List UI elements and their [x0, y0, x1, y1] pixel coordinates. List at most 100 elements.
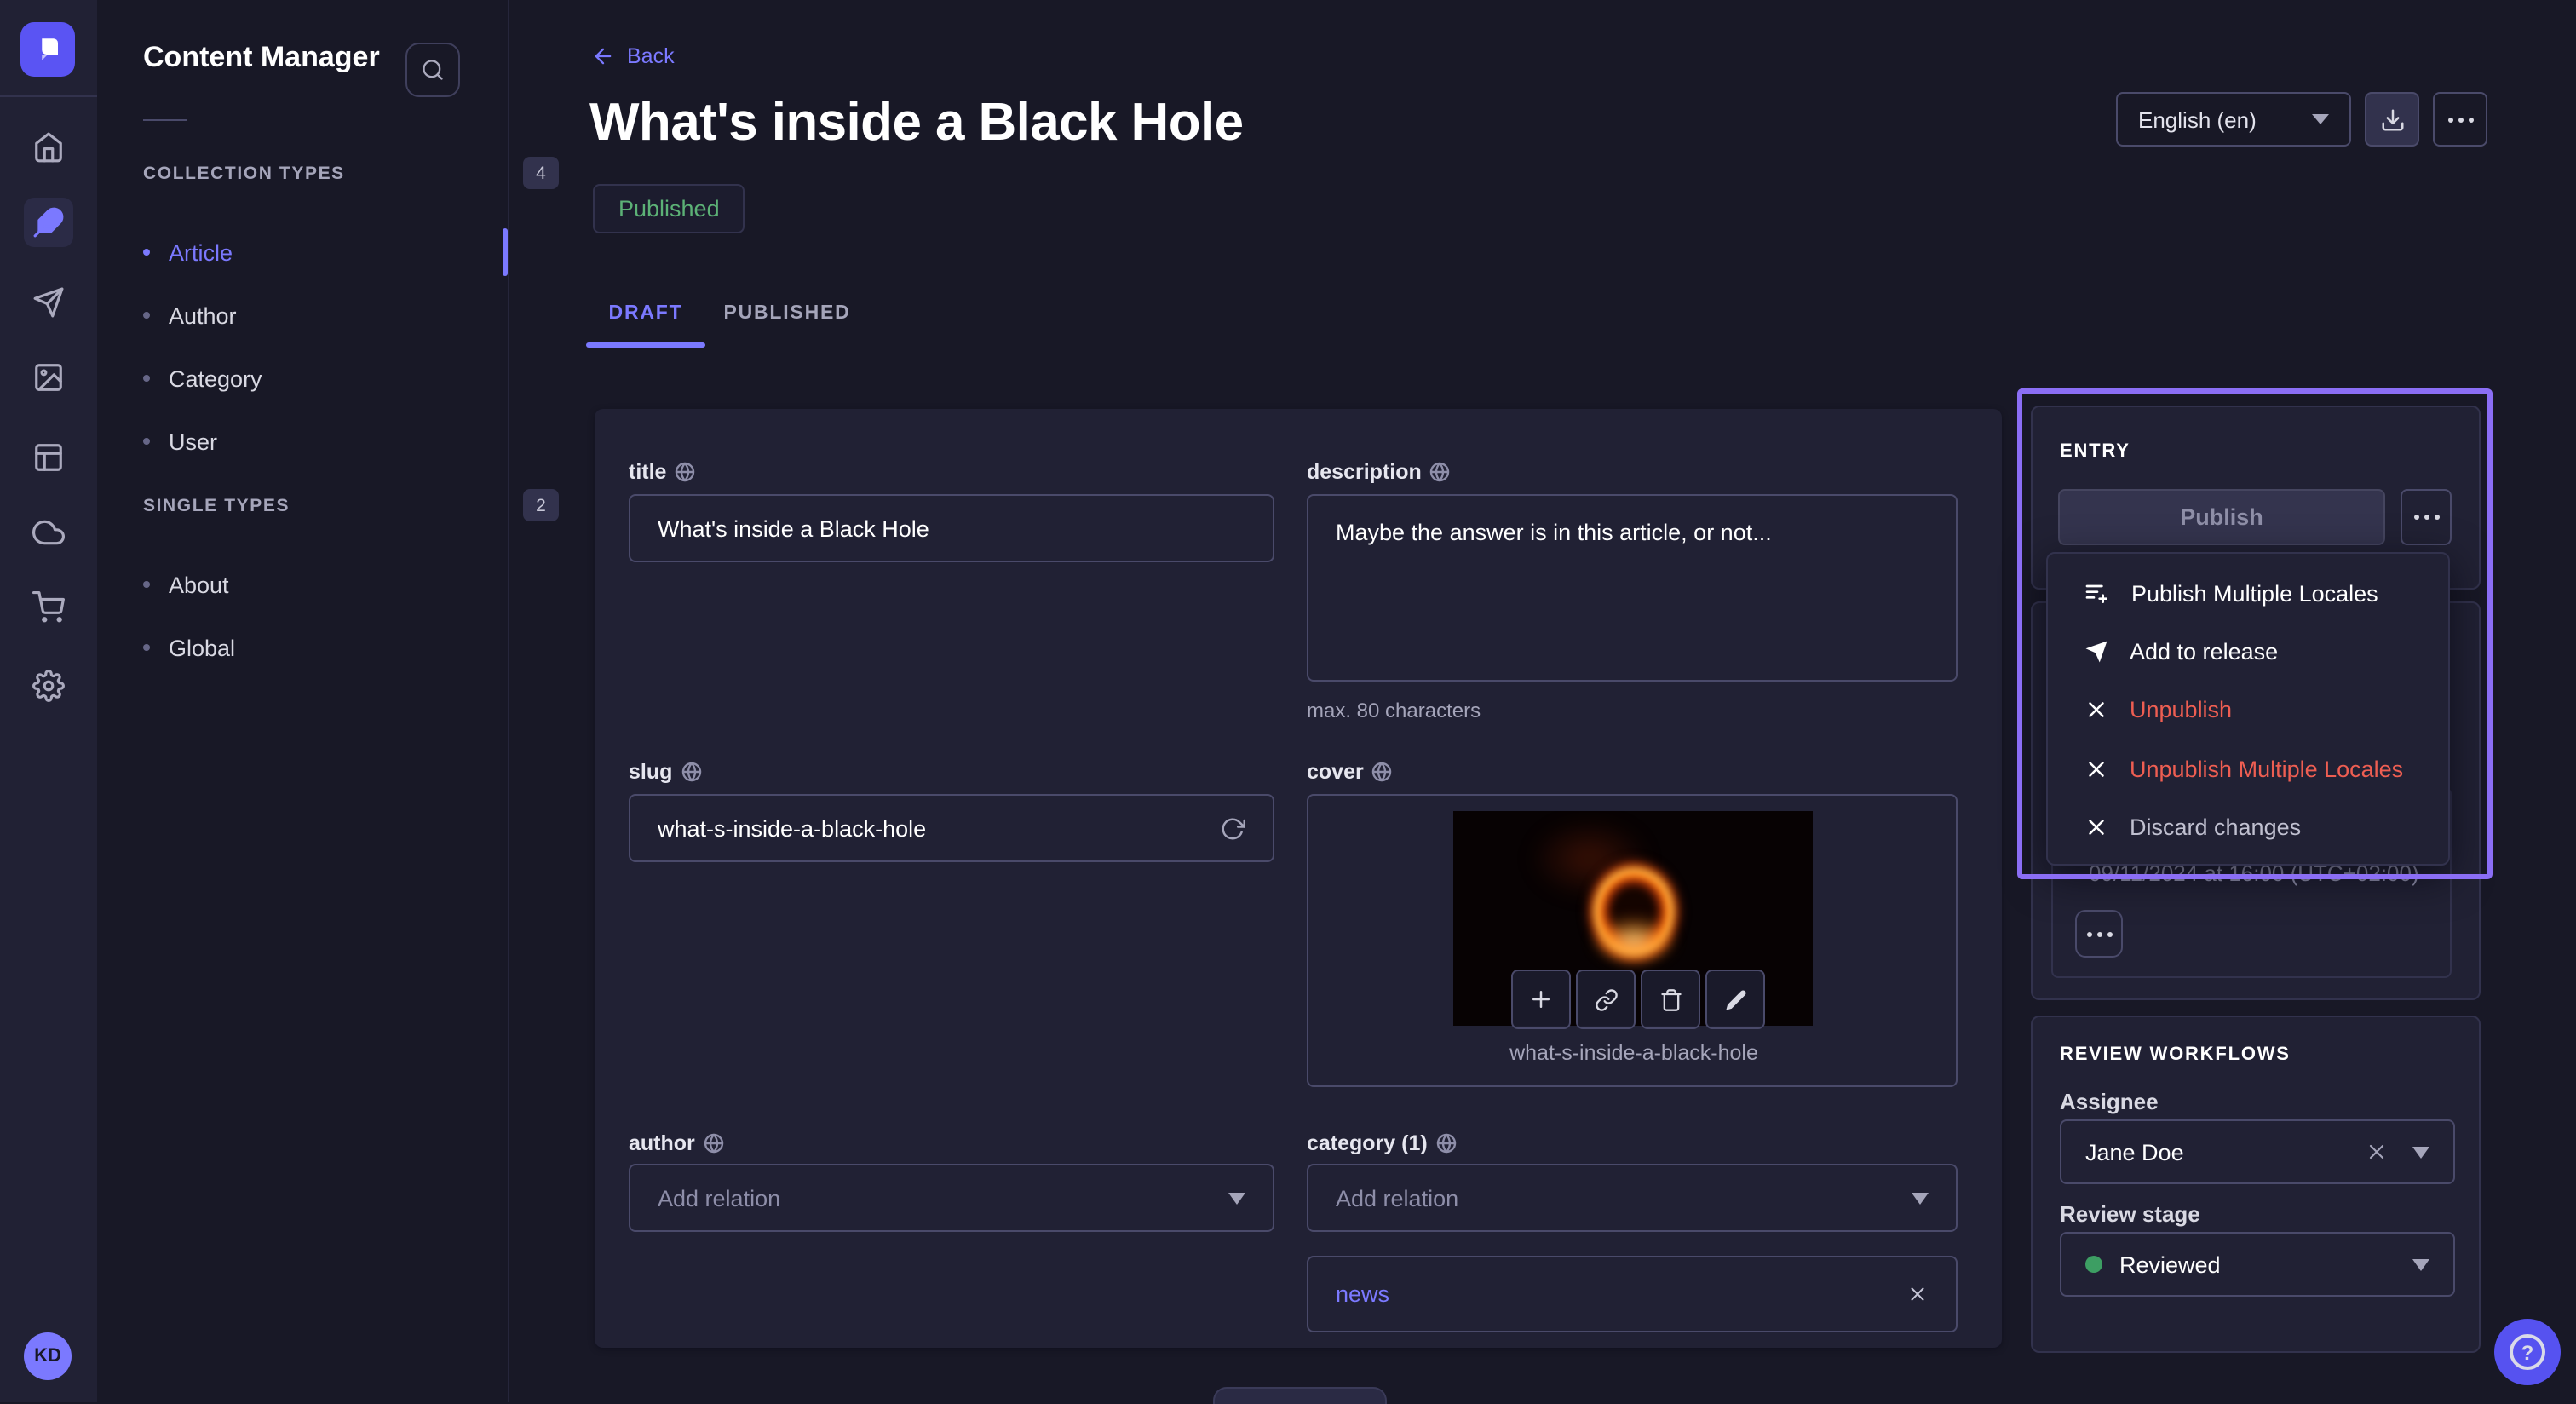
more-horizontal-icon [2086, 931, 2112, 936]
shopping-cart-icon [32, 591, 65, 624]
cover-edit-button[interactable] [1705, 970, 1765, 1029]
cross-icon [2084, 815, 2109, 841]
feather-icon [32, 206, 65, 239]
sidebar-item-category[interactable]: Category [143, 356, 484, 400]
menu-item-unpublish-multiple-locales[interactable]: Unpublish Multiple Locales [2048, 739, 2448, 798]
publish-button[interactable]: Publish [2058, 489, 2385, 545]
sidebar-item-label: Author [169, 302, 237, 328]
bullet-icon [143, 249, 150, 256]
section-single-types: SINGLE TYPES [143, 496, 290, 516]
category-relation-item: news [1307, 1256, 1958, 1332]
scheduled-more-button[interactable] [2075, 910, 2123, 958]
sidebar-item-global[interactable]: Global [143, 625, 484, 670]
content-manager-sidebar: Content Manager COLLECTION TYPES 4 Artic… [97, 0, 509, 1402]
sidebar-item-label: Global [169, 635, 235, 660]
menu-item-label: Discard changes [2130, 815, 2301, 841]
globe-icon [1436, 1133, 1457, 1154]
sidebar-item-label: User [169, 429, 217, 454]
rail-settings-button[interactable] [24, 661, 73, 711]
active-tab-indicator [586, 342, 705, 348]
globe-icon [704, 1133, 724, 1154]
close-icon[interactable] [1906, 1283, 1929, 1305]
cover-delete-button[interactable] [1641, 970, 1700, 1029]
clear-icon[interactable] [2365, 1140, 2389, 1164]
settings-gear-icon [32, 670, 65, 702]
question-mark-icon: ? [2510, 1334, 2545, 1370]
sidebar-title: Content Manager [143, 41, 380, 75]
cover-add-button[interactable] [1511, 970, 1571, 1029]
relation-link-news[interactable]: news [1336, 1281, 1389, 1307]
sidebar-divider [143, 119, 187, 121]
menu-item-add-to-release[interactable]: Add to release [2048, 623, 2448, 682]
rail-deploy-button[interactable] [24, 508, 73, 557]
tab-draft[interactable]: DRAFT [586, 286, 705, 341]
slug-field-label: slug [629, 760, 701, 784]
cover-filename: what-s-inside-a-black-hole [1308, 1041, 1959, 1065]
export-button[interactable] [2365, 92, 2419, 147]
bullet-icon [143, 644, 150, 651]
assignee-select[interactable]: Jane Doe [2060, 1119, 2455, 1184]
help-button[interactable]: ? [2494, 1319, 2561, 1385]
description-helper: max. 80 characters [1307, 699, 1481, 722]
menu-item-publish-multiple-locales[interactable]: Publish Multiple Locales [2048, 564, 2448, 623]
review-stage-select[interactable]: Reviewed [2060, 1232, 2455, 1297]
description-value: Maybe the answer is in this article, or … [1336, 520, 1772, 545]
collection-types-count: 4 [523, 157, 559, 189]
section-collection-types: COLLECTION TYPES [143, 164, 345, 184]
sidebar-item-author[interactable]: Author [143, 293, 484, 337]
cover-copy-link-button[interactable] [1576, 970, 1636, 1029]
plus-icon [1528, 987, 1554, 1012]
cover-field: what-s-inside-a-black-hole [1307, 794, 1958, 1087]
rail-marketplace-button[interactable] [24, 583, 73, 632]
field-label-text: author [629, 1131, 695, 1155]
locale-select[interactable]: English (en) [2116, 92, 2351, 147]
menu-item-unpublish[interactable]: Unpublish [2048, 682, 2448, 740]
sidebar-item-about[interactable]: About [143, 562, 484, 607]
review-workflows-panel: REVIEW WORKFLOWS Assignee Jane Doe Revie… [2031, 1016, 2481, 1353]
menu-item-label: Publish Multiple Locales [2131, 580, 2378, 606]
rail-media-library-button[interactable] [24, 353, 73, 402]
bottom-peek-element [1213, 1387, 1387, 1404]
rail-divider [0, 95, 97, 97]
sidebar-item-user[interactable]: User [143, 419, 484, 463]
title-input[interactable]: What's inside a Black Hole [629, 494, 1274, 562]
menu-item-label: Unpublish [2130, 698, 2232, 723]
globe-icon [675, 462, 695, 482]
field-label-text: title [629, 460, 666, 484]
chevron-down-icon [2412, 1146, 2429, 1158]
rail-content-type-builder-button[interactable] [24, 433, 73, 482]
rail-content-manager-button[interactable] [24, 198, 73, 247]
entry-more-button[interactable] [2401, 489, 2452, 545]
slug-input-value: what-s-inside-a-black-hole [658, 815, 926, 841]
review-stage-label: Review stage [2060, 1201, 2200, 1227]
tab-label: DRAFT [609, 303, 683, 324]
strapi-logo[interactable] [20, 22, 75, 77]
assignee-label: Assignee [2060, 1089, 2159, 1114]
tab-published[interactable]: PUBLISHED [722, 286, 852, 341]
description-textarea[interactable]: Maybe the answer is in this article, or … [1307, 494, 1958, 682]
menu-item-discard-changes[interactable]: Discard changes [2048, 798, 2448, 857]
sidebar-item-label: Article [169, 239, 233, 265]
refresh-icon[interactable] [1220, 815, 1245, 841]
slug-input[interactable]: what-s-inside-a-black-hole [629, 794, 1274, 862]
download-icon [2379, 106, 2405, 132]
cross-icon [2084, 698, 2109, 723]
sidebar-search-button[interactable] [405, 43, 460, 97]
category-relation-select[interactable]: Add relation [1307, 1164, 1958, 1232]
back-link[interactable]: Back [591, 44, 675, 68]
assignee-value: Jane Doe [2085, 1139, 2365, 1165]
author-field-label: author [629, 1131, 724, 1155]
stage-status-dot [2085, 1256, 2102, 1273]
rail-home-button[interactable] [24, 123, 73, 172]
rail-releases-button[interactable] [24, 278, 73, 327]
globe-icon [1430, 462, 1451, 482]
user-avatar[interactable]: KD [24, 1332, 72, 1380]
description-field-label: description [1307, 460, 1451, 484]
author-relation-select[interactable]: Add relation [629, 1164, 1274, 1232]
paper-plane-icon [2084, 639, 2109, 665]
header-more-button[interactable] [2433, 92, 2487, 147]
sidebar-item-article[interactable]: Article [143, 230, 484, 274]
globe-icon [681, 762, 701, 782]
category-placeholder: Add relation [1336, 1185, 1458, 1211]
trash-icon [1659, 987, 1682, 1011]
